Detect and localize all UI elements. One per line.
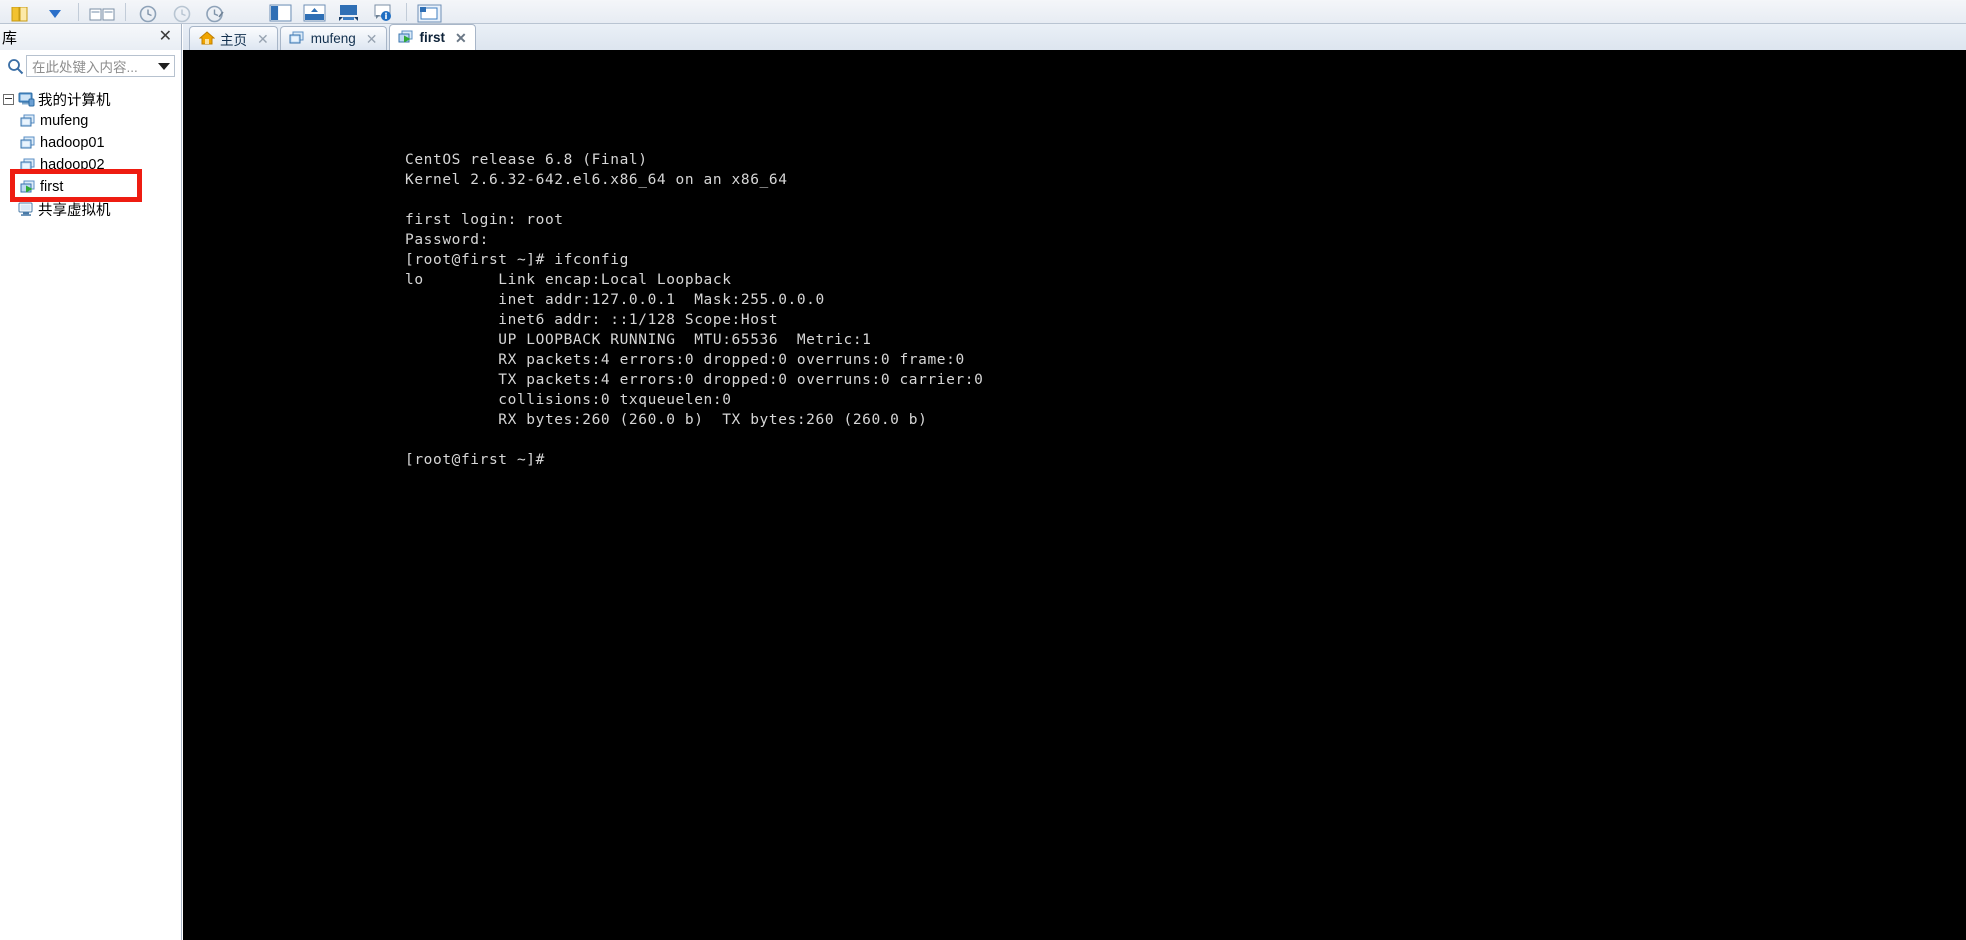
close-icon[interactable]: ✕ bbox=[366, 32, 378, 46]
tree-item-mufeng[interactable]: mufeng bbox=[0, 110, 181, 132]
vm-icon bbox=[18, 158, 38, 173]
tree-item-label: hadoop02 bbox=[40, 157, 105, 173]
search-input[interactable]: 在此处键入内容... bbox=[26, 55, 175, 77]
search-icon bbox=[4, 58, 26, 75]
expander-collapse-icon[interactable] bbox=[0, 93, 16, 105]
tab-label: 主页 bbox=[220, 32, 247, 48]
main-toolbar[interactable] bbox=[0, 0, 1966, 24]
revert-snapshot-icon[interactable] bbox=[166, 0, 200, 23]
show-thumbnail-bar-icon[interactable] bbox=[298, 0, 332, 23]
library-title: 库 bbox=[2, 29, 18, 47]
tree-item-hadoop01[interactable]: hadoop01 bbox=[0, 132, 181, 154]
folder-icon[interactable] bbox=[4, 0, 38, 23]
side-by-side-icon[interactable] bbox=[85, 0, 119, 23]
tree-item-my-computer[interactable]: 我的计算机 bbox=[0, 88, 181, 110]
vm-icon bbox=[18, 136, 38, 151]
home-icon bbox=[198, 31, 215, 47]
tab-home[interactable]: 主页 ✕ bbox=[189, 26, 278, 50]
vm-icon bbox=[289, 31, 306, 47]
terminal-output: CentOS release 6.8 (Final) Kernel 2.6.32… bbox=[405, 152, 984, 468]
vm-running-icon bbox=[18, 180, 38, 195]
tree-item-label: mufeng bbox=[40, 113, 89, 129]
tree-item-first[interactable]: first bbox=[0, 176, 181, 198]
close-icon[interactable]: ✕ bbox=[455, 31, 467, 45]
toolbar-separator bbox=[78, 3, 79, 21]
library-search-row[interactable]: 在此处键入内容... bbox=[4, 54, 175, 78]
tree-item-label: hadoop01 bbox=[40, 135, 105, 151]
vm-library-tree[interactable]: 我的计算机 mufeng hadoop01 hadoop02 first 共享虚… bbox=[0, 88, 181, 220]
vm-console-screen[interactable]: CentOS release 6.8 (Final) Kernel 2.6.32… bbox=[183, 50, 1966, 940]
dropdown-arrow-icon[interactable] bbox=[38, 0, 72, 23]
tab-bar[interactable]: 主页 ✕ mufeng ✕ first ✕ bbox=[183, 24, 1966, 50]
close-icon[interactable]: ✕ bbox=[257, 32, 269, 46]
search-placeholder: 在此处键入内容... bbox=[32, 60, 138, 75]
tab-first[interactable]: first ✕ bbox=[388, 24, 476, 50]
library-header: 库 ✕ bbox=[0, 24, 181, 50]
close-icon[interactable]: ✕ bbox=[156, 29, 175, 45]
show-library-icon[interactable] bbox=[264, 0, 298, 23]
vm-workspace: 主页 ✕ mufeng ✕ first ✕ CentOS release 6.8… bbox=[183, 24, 1966, 940]
tree-item-shared-vms[interactable]: 共享虚拟机 bbox=[0, 198, 181, 220]
tree-item-label: first bbox=[40, 179, 64, 195]
tree-item-label: 我的计算机 bbox=[38, 92, 111, 109]
fullscreen-icon[interactable] bbox=[413, 0, 447, 23]
vm-running-icon bbox=[398, 30, 415, 46]
tab-label: mufeng bbox=[310, 31, 356, 46]
snapshot-icon[interactable] bbox=[132, 0, 166, 23]
snapshot-manager-icon[interactable] bbox=[200, 0, 234, 23]
tree-item-hadoop02[interactable]: hadoop02 bbox=[0, 154, 181, 176]
library-panel: 库 ✕ 在此处键入内容... 我的计算机 mufeng hadoop01 had… bbox=[0, 24, 182, 940]
shared-vm-icon bbox=[16, 202, 36, 217]
chevron-down-icon[interactable] bbox=[154, 62, 174, 70]
show-console-view-icon[interactable] bbox=[332, 0, 366, 23]
help-info-icon[interactable] bbox=[366, 0, 400, 23]
tree-item-label: 共享虚拟机 bbox=[38, 202, 111, 219]
vm-icon bbox=[18, 114, 38, 129]
toolbar-separator bbox=[125, 3, 126, 21]
my-computer-icon bbox=[16, 92, 36, 107]
tab-mufeng[interactable]: mufeng ✕ bbox=[279, 26, 387, 50]
tab-label: first bbox=[419, 30, 446, 45]
toolbar-separator bbox=[406, 3, 407, 21]
